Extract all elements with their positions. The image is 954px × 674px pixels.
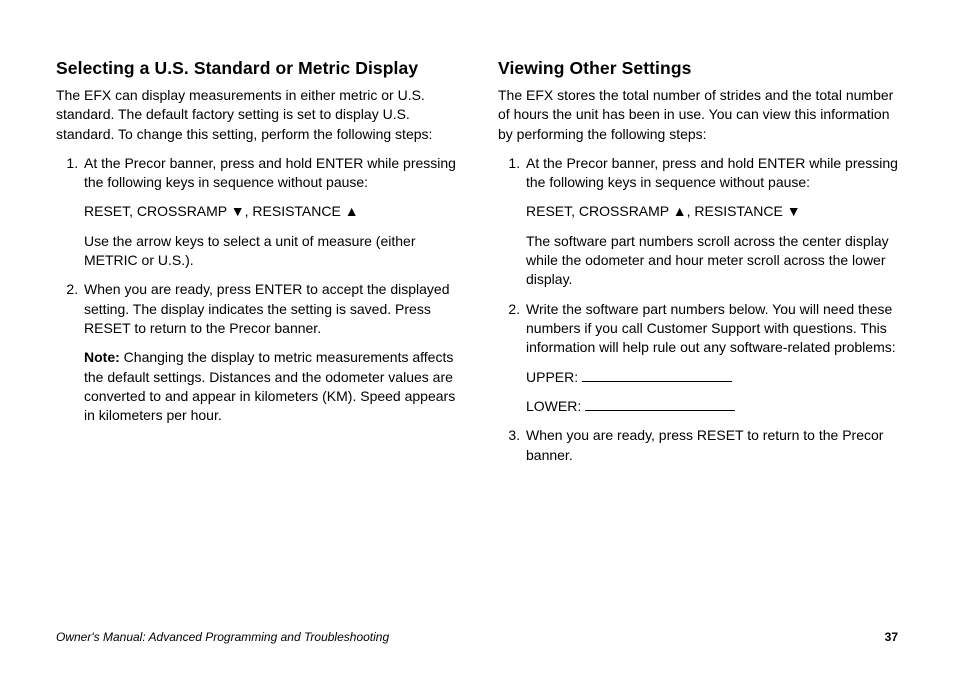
left-intro: The EFX can display measurements in eith… [56, 86, 456, 144]
right-step1-instruction: The software part numbers scroll across … [526, 232, 898, 290]
left-step2-note: Note: Changing the display to metric mea… [84, 348, 456, 425]
right-intro: The EFX stores the total number of strid… [498, 86, 898, 144]
left-column: Selecting a U.S. Standard or Metric Disp… [56, 58, 456, 610]
left-steps: At the Precor banner, press and hold ENT… [56, 154, 456, 426]
footer-breadcrumb: Owner's Manual: Advanced Programming and… [56, 630, 389, 644]
left-step1-instruction: Use the arrow keys to select a unit of m… [84, 232, 456, 271]
lower-line: LOWER: [526, 397, 898, 416]
left-step1-keys: RESET, CROSSRAMP ▼, RESISTANCE ▲ [84, 202, 456, 221]
lower-blank [585, 410, 735, 411]
right-step-3: When you are ready, press RESET to retur… [524, 426, 898, 465]
upper-line: UPPER: [526, 368, 898, 387]
left-step-1: At the Precor banner, press and hold ENT… [82, 154, 456, 271]
upper-label: UPPER: [526, 369, 578, 385]
note-body: Changing the display to metric measureme… [84, 349, 455, 423]
right-step1-text: At the Precor banner, press and hold ENT… [526, 155, 898, 190]
right-steps: At the Precor banner, press and hold ENT… [498, 154, 898, 465]
left-step-2: When you are ready, press ENTER to accep… [82, 280, 456, 425]
left-heading: Selecting a U.S. Standard or Metric Disp… [56, 58, 456, 80]
page-footer: Owner's Manual: Advanced Programming and… [56, 630, 898, 644]
upper-blank [582, 381, 732, 382]
right-heading: Viewing Other Settings [498, 58, 898, 80]
page-number: 37 [885, 630, 898, 644]
left-step1-text: At the Precor banner, press and hold ENT… [84, 155, 456, 190]
content-columns: Selecting a U.S. Standard or Metric Disp… [56, 58, 898, 610]
right-step-2: Write the software part numbers below. Y… [524, 300, 898, 417]
right-step2-text: Write the software part numbers below. Y… [526, 301, 896, 356]
right-step-1: At the Precor banner, press and hold ENT… [524, 154, 898, 290]
left-step2-text: When you are ready, press ENTER to accep… [84, 281, 449, 336]
right-step1-keys: RESET, CROSSRAMP ▲, RESISTANCE ▼ [526, 202, 898, 221]
note-label: Note: [84, 349, 120, 365]
manual-page: Selecting a U.S. Standard or Metric Disp… [0, 0, 954, 674]
right-column: Viewing Other Settings The EFX stores th… [498, 58, 898, 610]
right-step3-text: When you are ready, press RESET to retur… [526, 427, 883, 462]
lower-label: LOWER: [526, 398, 581, 414]
